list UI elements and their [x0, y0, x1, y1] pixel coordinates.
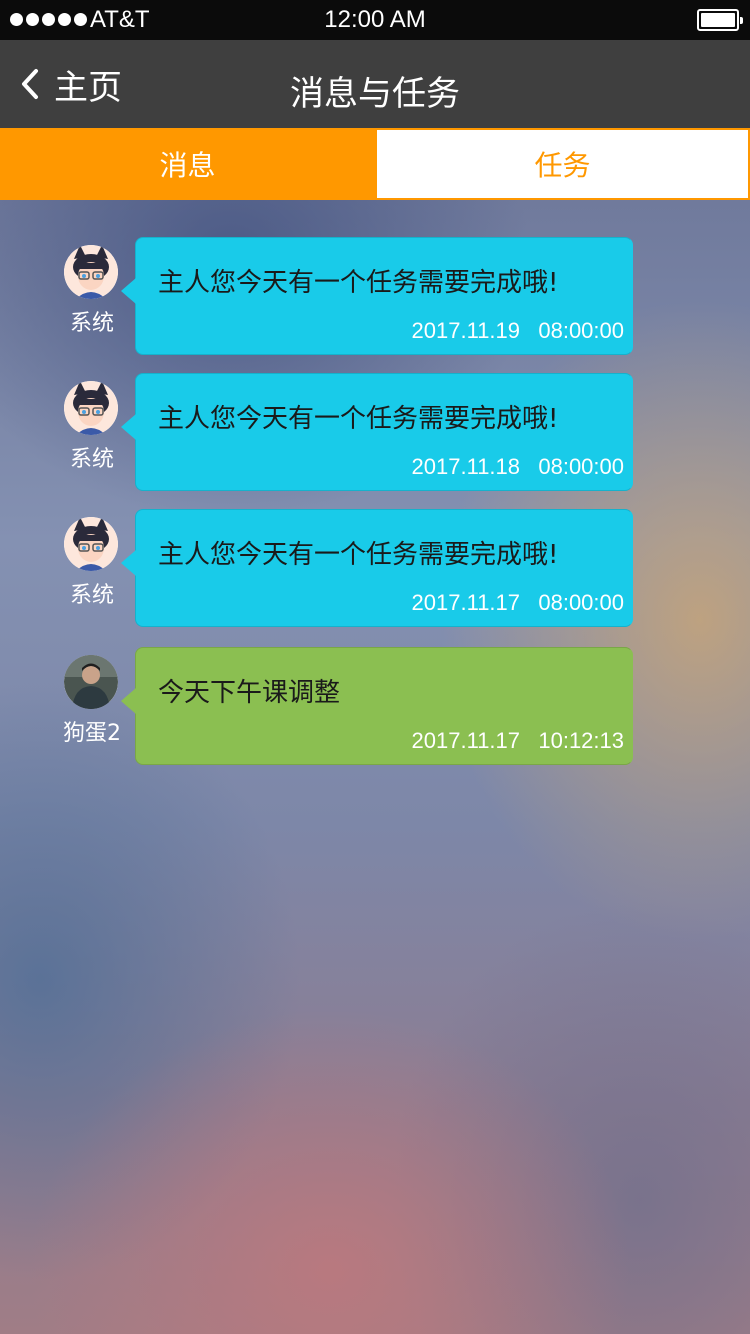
message-bubble: 主人您今天有一个任务需要完成哦! 2017.11.17 08:00:00	[121, 509, 633, 627]
message-text: 今天下午课调整	[158, 678, 341, 708]
segmented-tabs: 消息 任务	[0, 128, 750, 200]
user-photo-avatar-icon	[64, 655, 118, 709]
message-time: 08:00:00	[538, 318, 624, 343]
message-date: 2017.11.17	[411, 590, 521, 615]
tab-tasks[interactable]: 任务	[375, 128, 750, 200]
cartoon-girl-avatar-icon	[64, 381, 118, 435]
message-time: 10:12:13	[538, 728, 624, 753]
message-date: 2017.11.18	[411, 454, 521, 479]
tab-messages[interactable]: 消息	[0, 128, 375, 200]
message-bubble: 今天下午课调整 2017.11.17 10:12:13	[121, 647, 633, 765]
message-date: 2017.11.17	[411, 728, 521, 753]
message-bubble: 主人您今天有一个任务需要完成哦! 2017.11.18 08:00:00	[121, 373, 633, 491]
cartoon-girl-avatar-icon	[64, 517, 118, 571]
message-item[interactable]: 系统 主人您今天有一个任务需要完成哦! 2017.11.18 08:00:00	[0, 373, 750, 491]
message-item[interactable]: 系统 主人您今天有一个任务需要完成哦! 2017.11.19 08:00:00	[0, 237, 750, 355]
message-time: 08:00:00	[538, 454, 624, 479]
cartoon-girl-avatar-icon	[64, 245, 118, 299]
blurred-background	[0, 200, 750, 1334]
message-timestamp: 2017.11.19 08:00:00	[412, 318, 624, 344]
sender-name: 系统	[69, 447, 114, 472]
status-bar: AT&T 12:00 AM	[0, 0, 750, 40]
page-title: 消息与任务	[290, 74, 460, 114]
message-text: 主人您今天有一个任务需要完成哦!	[158, 404, 559, 434]
navigation-bar: 主页 消息与任务	[0, 40, 750, 128]
battery-icon	[697, 9, 743, 31]
message-item[interactable]: 系统 主人您今天有一个任务需要完成哦! 2017.11.17 08:00:00	[0, 509, 750, 627]
sender-name: 系统	[69, 583, 114, 608]
message-time: 08:00:00	[538, 590, 624, 615]
message-date: 2017.11.19	[411, 318, 521, 343]
message-text: 主人您今天有一个任务需要完成哦!	[158, 268, 559, 298]
status-time: 12:00 AM	[324, 6, 426, 33]
message-timestamp: 2017.11.18 08:00:00	[412, 454, 624, 480]
message-timestamp: 2017.11.17 08:00:00	[412, 590, 624, 616]
sender-name: 系统	[69, 311, 114, 336]
message-text: 主人您今天有一个任务需要完成哦!	[158, 540, 559, 570]
message-timestamp: 2017.11.17 10:12:13	[412, 728, 624, 754]
message-item[interactable]: 狗蛋2 今天下午课调整 2017.11.17 10:12:13	[0, 647, 750, 765]
message-bubble: 主人您今天有一个任务需要完成哦! 2017.11.19 08:00:00	[121, 237, 633, 355]
sender-name: 狗蛋2	[63, 721, 121, 746]
